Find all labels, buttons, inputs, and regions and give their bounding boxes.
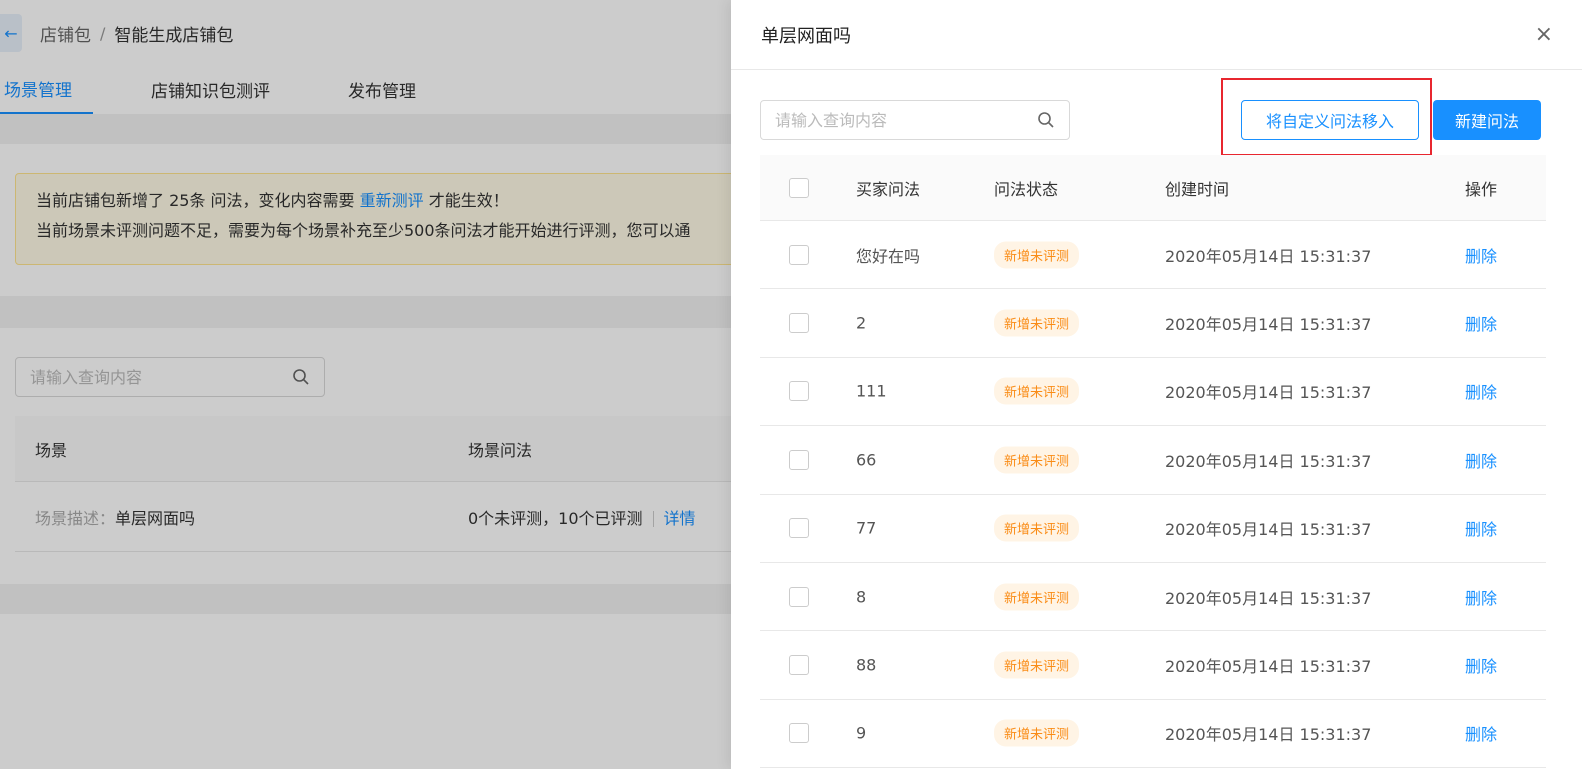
drawer-header: 单层网面吗 × xyxy=(731,0,1582,70)
column-header-action: 操作 xyxy=(1465,179,1498,199)
buyer-question: 111 xyxy=(856,381,887,401)
question-search-field xyxy=(760,100,1070,140)
search-icon[interactable] xyxy=(1037,111,1055,129)
row-checkbox[interactable] xyxy=(789,723,809,744)
status-badge: 新增未评测 xyxy=(994,719,1080,747)
row-checkbox[interactable] xyxy=(789,655,809,676)
buyer-question: 77 xyxy=(856,518,877,538)
question-table: 买家问法 问法状态 创建时间 操作 您好在吗 新增未评测 2020年05月14日 1… xyxy=(760,155,1546,769)
move-custom-questions-button[interactable]: 将自定义问法移入 xyxy=(1241,100,1419,140)
status-badge: 新增未评测 xyxy=(994,651,1080,679)
status-badge: 新增未评测 xyxy=(994,514,1080,542)
created-time: 2020年05月14日 15:31:37 xyxy=(1165,725,1372,745)
question-search-input[interactable] xyxy=(775,110,1037,130)
select-all-checkbox[interactable] xyxy=(789,177,809,198)
table-row: 9 新增未评测 2020年05月14日 15:31:37 删除 xyxy=(760,700,1546,769)
table-row: 您好在吗 新增未评测 2020年05月14日 15:31:37 删除 xyxy=(760,221,1546,290)
question-drawer: 单层网面吗 × 将自定义问法移入 新建问法 买家问法 问法状态 创建时间 操作 … xyxy=(731,0,1582,769)
table-body: 您好在吗 新增未评测 2020年05月14日 15:31:37 删除 2 新增未评测 202… xyxy=(760,221,1546,769)
status-cell: 新增未评测 xyxy=(994,583,1080,611)
row-checkbox[interactable] xyxy=(789,244,809,265)
status-cell: 新增未评测 xyxy=(994,651,1080,679)
row-checkbox[interactable] xyxy=(789,381,809,402)
created-time: 2020年05月14日 15:31:37 xyxy=(1165,383,1372,403)
buyer-question: 8 xyxy=(856,587,867,607)
delete-link[interactable]: 删除 xyxy=(1465,653,1497,677)
status-cell: 新增未评测 xyxy=(994,377,1080,405)
table-row: 111 新增未评测 2020年05月14日 15:31:37 删除 xyxy=(760,358,1546,427)
status-cell: 新增未评测 xyxy=(994,719,1080,747)
status-cell: 新增未评测 xyxy=(994,514,1080,542)
row-checkbox[interactable] xyxy=(789,313,809,334)
close-icon[interactable]: × xyxy=(1535,23,1553,46)
delete-link[interactable]: 删除 xyxy=(1465,516,1497,540)
delete-link[interactable]: 删除 xyxy=(1465,243,1497,267)
created-time: 2020年05月14日 15:31:37 xyxy=(1165,246,1372,266)
column-header-status: 问法状态 xyxy=(994,179,1059,199)
status-cell: 新增未评测 xyxy=(994,241,1080,269)
buyer-question: 9 xyxy=(856,723,867,743)
new-question-button[interactable]: 新建问法 xyxy=(1433,100,1541,140)
delete-link[interactable]: 删除 xyxy=(1465,448,1497,472)
delete-link[interactable]: 删除 xyxy=(1465,721,1497,745)
buyer-question: 2 xyxy=(856,313,867,333)
status-badge: 新增未评测 xyxy=(994,583,1080,611)
delete-link[interactable]: 删除 xyxy=(1465,311,1497,335)
row-checkbox[interactable] xyxy=(789,586,809,607)
table-row: 2 新增未评测 2020年05月14日 15:31:37 删除 xyxy=(760,289,1546,358)
buyer-question: 66 xyxy=(856,450,877,470)
status-badge: 新增未评测 xyxy=(994,377,1080,405)
created-time: 2020年05月14日 15:31:37 xyxy=(1165,657,1372,677)
status-cell: 新增未评测 xyxy=(994,446,1080,474)
status-badge: 新增未评测 xyxy=(994,241,1080,269)
created-time: 2020年05月14日 15:31:37 xyxy=(1165,520,1372,540)
status-cell: 新增未评测 xyxy=(994,309,1080,337)
status-badge: 新增未评测 xyxy=(994,446,1080,474)
column-header-created: 创建时间 xyxy=(1165,179,1230,199)
status-badge: 新增未评测 xyxy=(994,309,1080,337)
drawer-title: 单层网面吗 xyxy=(761,25,851,47)
delete-link[interactable]: 删除 xyxy=(1465,379,1497,403)
created-time: 2020年05月14日 15:31:37 xyxy=(1165,315,1372,335)
delete-link[interactable]: 删除 xyxy=(1465,585,1497,609)
table-row: 88 新增未评测 2020年05月14日 15:31:37 删除 xyxy=(760,631,1546,700)
row-checkbox[interactable] xyxy=(789,449,809,470)
table-row: 66 新增未评测 2020年05月14日 15:31:37 删除 xyxy=(760,426,1546,495)
buyer-question: 您好在吗 xyxy=(856,246,921,266)
created-time: 2020年05月14日 15:31:37 xyxy=(1165,451,1372,471)
row-checkbox[interactable] xyxy=(789,518,809,539)
table-row: 77 新增未评测 2020年05月14日 15:31:37 删除 xyxy=(760,495,1546,563)
created-time: 2020年05月14日 15:31:37 xyxy=(1165,588,1372,608)
column-header-question: 买家问法 xyxy=(856,179,921,199)
table-header: 买家问法 问法状态 创建时间 操作 xyxy=(760,155,1546,221)
buyer-question: 88 xyxy=(856,655,877,675)
table-row: 8 新增未评测 2020年05月14日 15:31:37 删除 xyxy=(760,563,1546,632)
